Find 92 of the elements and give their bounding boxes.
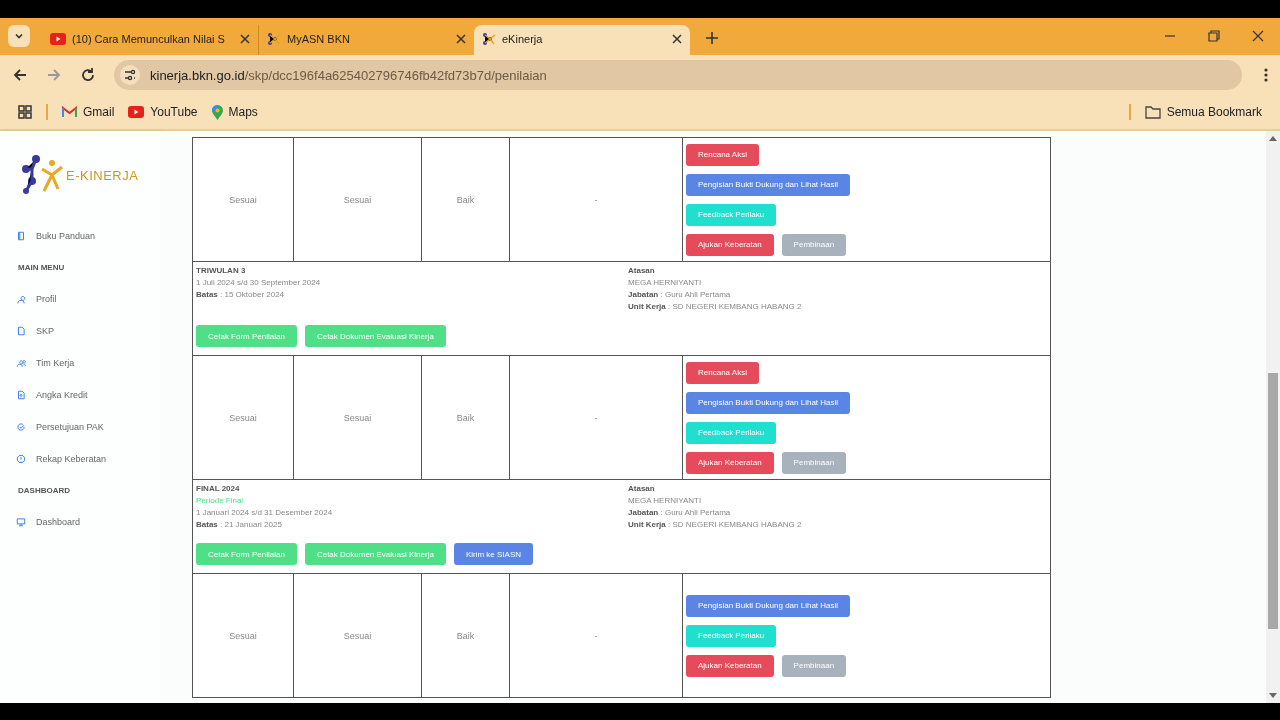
menu-item-icon <box>16 358 26 368</box>
menu-icon[interactable] <box>1264 67 1268 83</box>
scroll-down-icon[interactable] <box>1269 693 1277 699</box>
period-title: FINAL 2024 <box>196 484 241 493</box>
sidebar-item[interactable]: SKP <box>16 326 160 336</box>
period-subtitle: Periode Final <box>196 496 245 505</box>
sidebar-item[interactable]: Persetujuan PAK <box>16 422 160 432</box>
browser-tab[interactable]: (10) Cara Memunculkan Nilai S <box>42 25 258 55</box>
bookmark[interactable]: YouTube <box>128 105 198 119</box>
menu-section-title: DASHBOARD <box>18 486 71 495</box>
menu-item-icon <box>16 294 26 304</box>
menu-item-icon <box>16 231 26 241</box>
sidebar-item[interactable]: Buku Panduan <box>16 231 160 241</box>
site-settings-icon[interactable] <box>120 65 140 85</box>
table-cell: Sesuai <box>294 574 422 697</box>
table-cell: - <box>510 574 683 697</box>
table-cell: Sesuai <box>294 138 422 261</box>
sidebar-item[interactable]: Rekap Keberatan <box>16 454 160 464</box>
table-cell: Baik <box>422 574 510 697</box>
logo-icon <box>22 155 64 195</box>
supervisor-name: MEGA HERNIYANTI <box>628 496 703 505</box>
close-icon[interactable] <box>456 34 466 44</box>
action-button[interactable]: Pengisian Bukti Dukung dan Lihat Hasil <box>686 594 851 617</box>
video-play-icon <box>128 106 145 118</box>
table-cell: Baik <box>422 356 510 479</box>
work-unit-text: Unit Kerja : SD NEGERI KEMBANG HABANG 2 <box>628 520 802 529</box>
table-cell: Sesuai <box>193 356 294 479</box>
action-button[interactable]: Ajukan Keberatan <box>686 233 774 256</box>
work-unit-text: Unit Kerja : SD NEGERI KEMBANG HABANG 2 <box>628 302 802 311</box>
supervisor-name: MEGA HERNIYANTI <box>628 278 703 287</box>
mail-icon <box>62 106 77 118</box>
logo-title: E-KINERJA <box>66 167 139 183</box>
menu-item-icon <box>16 517 26 527</box>
table-cell: - <box>510 356 683 479</box>
table-cell: Sesuai <box>193 574 294 697</box>
scrollbar-thumb[interactable] <box>1268 373 1278 630</box>
sidebar-item[interactable]: Angka Kredit <box>16 390 160 400</box>
sidebar-item[interactable]: Dashboard <box>16 517 160 527</box>
table-cell: Sesuai <box>294 356 422 479</box>
apps-grid-icon[interactable] <box>18 105 32 119</box>
supervisor-label: Atasan <box>628 266 656 275</box>
close-icon[interactable] <box>240 34 250 44</box>
browser-tab[interactable]: eKinerja <box>474 25 690 55</box>
period-title: TRIWULAN 3 <box>196 266 247 275</box>
reload-icon[interactable] <box>80 67 96 83</box>
restore-icon[interactable] <box>1208 30 1220 42</box>
back-icon[interactable] <box>12 67 28 83</box>
action-button[interactable]: Pengisian Bukti Dukung dan Lihat Hasil <box>686 391 851 414</box>
action-button[interactable]: Pengisian Bukti Dukung dan Lihat Hasil <box>686 173 851 196</box>
folder-icon <box>1144 105 1161 119</box>
menu-item-icon <box>16 422 26 432</box>
menu-item-icon <box>16 390 26 400</box>
supervisor-label: Atasan <box>628 484 656 493</box>
network-nodes-icon <box>267 32 281 46</box>
deadline-text: Batas : 21 Januari 2025 <box>196 520 283 529</box>
bookmark[interactable]: Gmail <box>62 105 115 119</box>
action-button[interactable]: Ajukan Keberatan <box>686 654 774 677</box>
video-play-icon <box>50 33 66 45</box>
print-button[interactable]: Kirim ke SIASN <box>453 543 533 565</box>
menu-section-title: MAIN MENU <box>18 263 66 272</box>
tab-list-button[interactable] <box>8 25 30 47</box>
table-cell: Baik <box>422 138 510 261</box>
position-text: Jabatan : Guru Ahli Pertama <box>628 290 732 299</box>
bookmark[interactable]: Maps <box>211 104 258 120</box>
tab-title: (10) Cara Memunculkan Nilai S <box>72 33 226 45</box>
address-bar[interactable]: kinerja.bkn.go.id/skp/dcc196f4a625402796746fb42fd73b7d/penilaian <box>114 60 1242 90</box>
action-button[interactable]: Rencana Aksi <box>686 143 759 166</box>
table-cell: Sesuai <box>193 138 294 261</box>
close-icon[interactable] <box>672 34 682 44</box>
tab-title: eKinerja <box>502 33 544 45</box>
deadline-text: Batas : 15 Oktober 2024 <box>196 290 286 299</box>
position-text: Jabatan : Guru Ahli Pertama <box>628 508 732 517</box>
action-button[interactable]: Pembinaan <box>781 451 847 474</box>
sidebar-item[interactable]: Profil <box>16 294 160 304</box>
action-button[interactable]: Rencana Aksi <box>686 361 759 384</box>
sidebar-item[interactable]: Tim Kerja <box>16 358 160 368</box>
new-tab-icon[interactable] <box>706 32 718 44</box>
action-button[interactable]: Pembinaan <box>781 233 847 256</box>
table-cell: - <box>510 138 683 261</box>
scroll-up-icon[interactable] <box>1269 135 1277 141</box>
scrollbar[interactable] <box>1266 131 1280 703</box>
network-nodes-icon <box>482 32 496 46</box>
action-button[interactable]: Pembinaan <box>781 654 847 677</box>
action-button[interactable]: Ajukan Keberatan <box>686 451 774 474</box>
menu-item-icon <box>16 454 26 464</box>
menu-item-icon <box>16 326 26 336</box>
period-dates: 1 Juli 2024 s/d 30 September 2024 <box>196 278 322 287</box>
tab-title: MyASN BKN <box>287 33 351 45</box>
close-icon[interactable] <box>1252 30 1264 42</box>
period-dates: 1 Januari 2024 s/d 31 Desember 2024 <box>196 508 334 517</box>
map-pin-icon <box>211 104 223 120</box>
all-bookmarks[interactable]: Semua Bookmark <box>1144 105 1262 119</box>
